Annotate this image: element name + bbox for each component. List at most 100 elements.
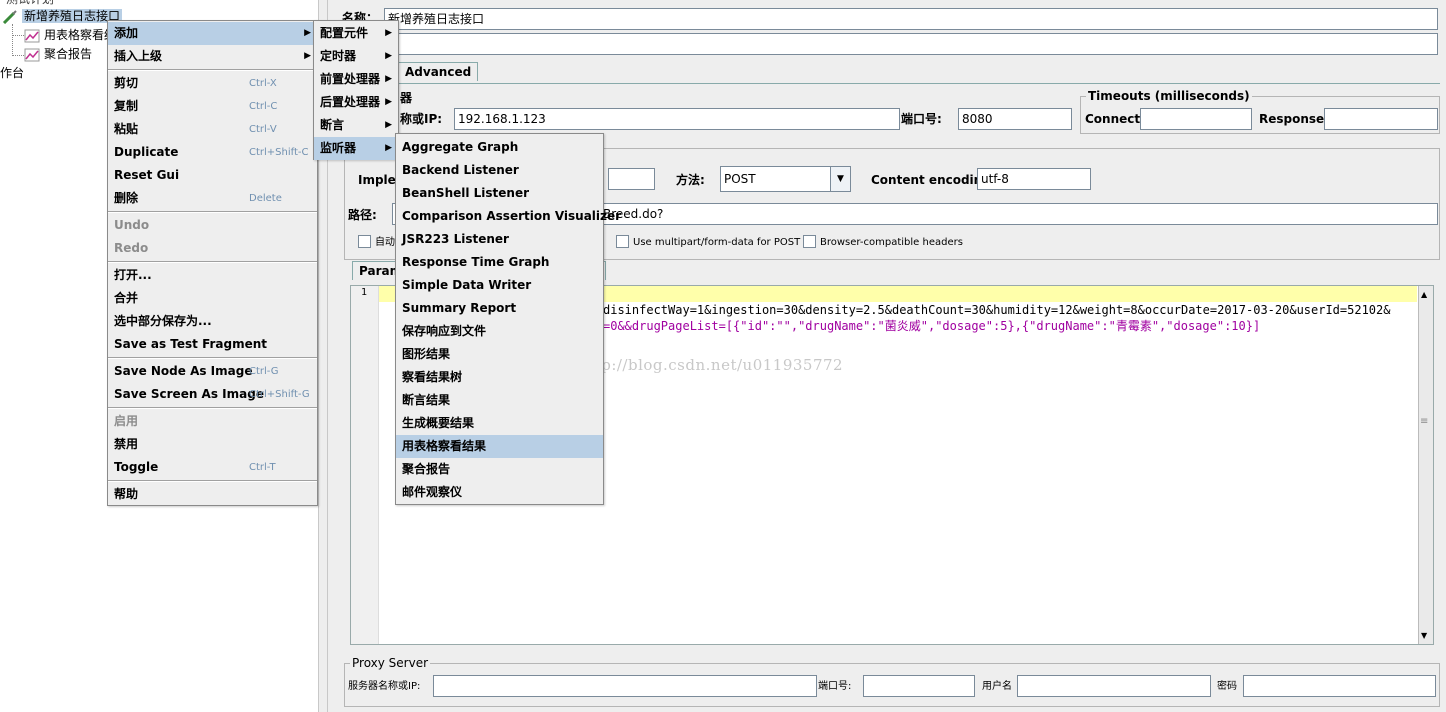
line-number: 1 (361, 287, 368, 298)
submenu-item-config-element[interactable]: 配置元件 ▶ (314, 22, 398, 45)
menu-item-save-node-image[interactable]: Save Node As Image Ctrl-G (108, 360, 317, 383)
menu-item-paste[interactable]: 粘贴 Ctrl-V (108, 118, 317, 141)
browser-headers-label: Browser-compatible headers (820, 237, 963, 248)
submenu-item-post-processor[interactable]: 后置处理器 ▶ (314, 91, 398, 114)
proxy-host-label: 服务器名称或IP: (348, 681, 421, 692)
menu-item-add[interactable]: 添加 ▶ (108, 22, 317, 45)
connect-label: Connect: (1085, 112, 1145, 126)
menu-item-delete[interactable]: 删除 Delete (108, 187, 317, 210)
server-ip-input[interactable]: 192.168.1.123 (454, 108, 900, 130)
submenu-item-timer[interactable]: 定时器 ▶ (314, 45, 398, 68)
context-menu: 添加 ▶ 插入上级 ▶ 剪切 Ctrl-X 复制 Ctrl-C 粘贴 Ctrl-V Dup… (107, 20, 318, 506)
listener-submenu: Aggregate Graph Backend Listener BeanShe… (395, 133, 621, 505)
tree-node-sampler[interactable]: 新增养殖日志接口 (2, 7, 123, 25)
menu-item-enable[interactable]: 启用 (108, 410, 317, 433)
content-encoding-input[interactable]: utf-8 (977, 168, 1091, 190)
submenu-item-listener[interactable]: 监听器 ▶ (314, 137, 398, 160)
menu-item-copy[interactable]: 复制 Ctrl-C (108, 95, 317, 118)
scroll-grip-icon[interactable]: ≡ (1420, 416, 1428, 427)
proxy-password-input[interactable] (1243, 675, 1436, 697)
listener-item-response-time-graph[interactable]: Response Time Graph (396, 251, 603, 274)
listener-item-summary-results[interactable]: 生成概要结果 (396, 412, 603, 435)
multipart-checkbox[interactable] (616, 235, 629, 248)
menu-item-duplicate[interactable]: Duplicate Ctrl+Shift-C (108, 141, 317, 164)
chevron-right-icon: ▶ (385, 51, 392, 61)
listener-item-view-results-tree[interactable]: 察看结果树 (396, 366, 603, 389)
response-timeout-input[interactable] (1324, 108, 1438, 130)
submenu-item-assertion[interactable]: 断言 ▶ (314, 114, 398, 137)
menu-item-disable[interactable]: 禁用 (108, 433, 317, 456)
timeouts-title: Timeouts (milliseconds) (1086, 89, 1252, 103)
line-number-gutter: 1 (351, 286, 379, 644)
graph-icon (24, 48, 40, 62)
tree-node-table-listener[interactable]: 用表格察看结 (24, 26, 116, 44)
listener-item-jsr223-listener[interactable]: JSR223 Listener (396, 228, 603, 251)
listener-item-summary-report[interactable]: Summary Report (396, 297, 603, 320)
web-server-section-label: 器 (400, 91, 413, 105)
menu-item-redo[interactable]: Redo (108, 237, 317, 260)
proxy-port-label: 端口号: (818, 681, 852, 692)
tree-node-aggregate-report-label: 聚合报告 (44, 47, 93, 61)
listener-item-simple-data-writer[interactable]: Simple Data Writer (396, 274, 603, 297)
menu-item-save-selection[interactable]: 选中部分保存为... (108, 310, 317, 333)
chevron-up-icon[interactable]: ▲ (1421, 290, 1427, 299)
auto-redirect-checkbox[interactable] (358, 235, 371, 248)
listener-item-aggregate-graph[interactable]: Aggregate Graph (396, 136, 603, 159)
listener-item-graph-results[interactable]: 图形结果 (396, 343, 603, 366)
chevron-right-icon: ▶ (304, 28, 311, 38)
connect-timeout-input[interactable] (1140, 108, 1252, 130)
multipart-label: Use multipart/form-data for POST (633, 237, 801, 248)
proxy-host-input[interactable] (433, 675, 817, 697)
proxy-user-input[interactable] (1017, 675, 1211, 697)
auto-redirect-label: 自动 (375, 237, 395, 248)
tab-advanced[interactable]: Advanced (398, 62, 479, 81)
pipette-icon (2, 9, 18, 24)
proxy-user-label: 用户名 (982, 681, 1012, 692)
path-label: 路径: (348, 208, 377, 222)
listener-item-view-results-table[interactable]: 用表格察看结果 (396, 435, 603, 458)
port-label: 端口号: (901, 112, 942, 126)
listener-item-backend-listener[interactable]: Backend Listener (396, 159, 603, 182)
listener-item-comparison-visualizer[interactable]: Comparison Assertion Visualizer (396, 205, 621, 228)
menu-item-undo[interactable]: Undo (108, 214, 317, 237)
menu-item-help[interactable]: 帮助 (108, 483, 317, 506)
tree-node-table-listener-label: 用表格察看结 (44, 28, 117, 42)
chevron-right-icon: ▶ (385, 120, 392, 130)
menu-item-save-fragment[interactable]: Save as Test Fragment (108, 333, 317, 356)
listener-item-aggregate-report[interactable]: 聚合报告 (396, 458, 603, 481)
chevron-down-icon[interactable]: ▼ (830, 167, 850, 191)
menu-item-insert-parent[interactable]: 插入上级 ▶ (108, 45, 317, 68)
watermark: http://blog.csdn.net/u011935772 (578, 356, 844, 374)
method-value: POST (724, 172, 756, 186)
chevron-down-icon[interactable]: ▼ (1421, 631, 1427, 640)
protocol-input[interactable] (608, 168, 655, 190)
name-input[interactable]: 新增养殖日志接口 (384, 8, 1438, 30)
code-line-2-rest: =0&&drugPageList=[{"id":"","drugName":"菌… (603, 319, 1261, 333)
browser-headers-checkbox[interactable] (803, 235, 816, 248)
menu-item-save-screen-image[interactable]: Save Screen As Image Ctrl+Shift-G (108, 383, 317, 406)
editor-scrollbar[interactable]: ▲ ≡ ▼ (1418, 286, 1433, 644)
menu-item-merge[interactable]: 合并 (108, 287, 317, 310)
response-label: Response: (1259, 112, 1329, 126)
listener-item-beanshell-listener[interactable]: BeanShell Listener (396, 182, 603, 205)
proxy-server-title: Proxy Server (350, 656, 431, 670)
menu-item-reset-gui[interactable]: Reset Gui (108, 164, 317, 187)
tree-node-workbench[interactable]: 作台 (0, 64, 24, 82)
listener-item-mailer-visualizer[interactable]: 邮件观察仪 (396, 481, 603, 504)
proxy-password-label: 密码 (1217, 681, 1237, 692)
comments-input[interactable] (384, 33, 1438, 55)
port-input[interactable]: 8080 (958, 108, 1072, 130)
method-select[interactable]: POST ▼ (720, 166, 851, 192)
method-label: 方法: (676, 173, 705, 187)
listener-item-assertion-results[interactable]: 断言结果 (396, 389, 603, 412)
submenu-item-pre-processor[interactable]: 前置处理器 ▶ (314, 68, 398, 91)
menu-item-toggle[interactable]: Toggle Ctrl-T (108, 456, 317, 479)
listener-item-save-responses[interactable]: 保存响应到文件 (396, 320, 603, 343)
menu-item-open[interactable]: 打开... (108, 264, 317, 287)
chevron-right-icon: ▶ (385, 74, 392, 84)
server-ip-label: 称或IP: (400, 112, 443, 126)
chevron-right-icon: ▶ (385, 143, 392, 153)
menu-item-cut[interactable]: 剪切 Ctrl-X (108, 72, 317, 95)
proxy-port-input[interactable] (863, 675, 975, 697)
tree-node-aggregate-report[interactable]: 聚合报告 (24, 45, 92, 63)
